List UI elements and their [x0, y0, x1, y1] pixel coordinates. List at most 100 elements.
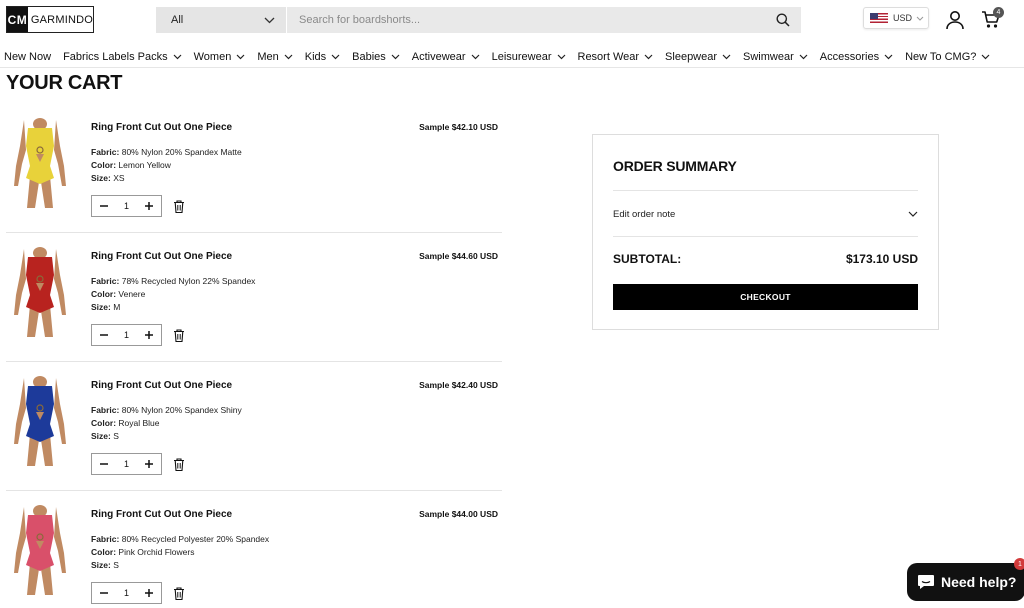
currency-label: USD [893, 13, 913, 23]
product-attributes: Fabric: 78% Recycled Nylon 22% Spandex C… [91, 275, 255, 314]
chevron-down-icon [331, 54, 340, 59]
nav-item-label: Men [257, 50, 279, 63]
search-button[interactable] [765, 7, 801, 33]
subtotal-row: SUBTOTAL: $173.10 USD [613, 252, 918, 266]
quantity-value[interactable]: 1 [124, 459, 129, 469]
nav-item[interactable]: Kids [305, 51, 340, 63]
quantity-value[interactable]: 1 [124, 201, 129, 211]
nav-item-label: Sleepwear [665, 50, 718, 63]
fabric-label: Fabric: [91, 276, 120, 286]
quantity-stepper: 1 [91, 195, 162, 217]
fabric-label: Fabric: [91, 147, 120, 157]
minus-icon [100, 463, 108, 465]
trash-icon[interactable] [173, 329, 185, 342]
edit-order-note-toggle[interactable]: Edit order note [613, 191, 918, 237]
subtotal-label: SUBTOTAL: [613, 252, 682, 266]
nav-item-label: Swimwear [743, 50, 794, 63]
chevron-down-icon [173, 54, 182, 59]
us-flag-icon [870, 12, 888, 24]
chevron-down-icon [644, 54, 653, 59]
nav-item[interactable]: Resort Wear [578, 51, 654, 63]
quantity-stepper: 1 [91, 453, 162, 475]
fabric-label: Fabric: [91, 405, 120, 415]
chevron-down-icon [799, 54, 808, 59]
chevron-down-icon [722, 54, 731, 59]
nav-item[interactable]: Women [194, 51, 246, 63]
color-label: Color: [91, 418, 117, 428]
color-value: Lemon Yellow [118, 160, 171, 170]
nav-item[interactable]: Babies [352, 51, 400, 63]
nav-item[interactable]: Activewear [412, 51, 480, 63]
cart-item: Ring Front Cut Out One Piece Sample $42.… [6, 104, 502, 233]
search-input[interactable] [287, 7, 765, 33]
decrease-quantity-button[interactable] [98, 458, 110, 470]
product-title[interactable]: Ring Front Cut Out One Piece [91, 251, 232, 262]
nav-item-label: Babies [352, 50, 386, 63]
fabric-label: Fabric: [91, 534, 120, 544]
product-image[interactable] [10, 116, 70, 210]
quantity-value[interactable]: 1 [124, 330, 129, 340]
nav-item[interactable]: Sleepwear [665, 51, 731, 63]
order-summary-title: ORDER SUMMARY [613, 158, 737, 174]
quantity-value[interactable]: 1 [124, 588, 129, 598]
size-row: Size: S [91, 430, 242, 443]
nav-item[interactable]: New Now [4, 51, 51, 63]
subtotal-value: $173.10 USD [845, 252, 918, 266]
decrease-quantity-button[interactable] [98, 329, 110, 341]
minus-icon [100, 334, 108, 336]
color-row: Color: Pink Orchid Flowers [91, 546, 269, 559]
plus-icon [144, 202, 153, 210]
color-value: Pink Orchid Flowers [118, 547, 195, 557]
plus-icon [144, 589, 153, 597]
fabric-row: Fabric: 80% Nylon 20% Spandex Shiny [91, 404, 242, 417]
size-row: Size: M [91, 301, 255, 314]
page-title: YOUR CART [6, 72, 123, 94]
product-image[interactable] [10, 374, 70, 468]
search-category-select[interactable]: All [156, 7, 287, 33]
product-price: Sample $42.10 USD [419, 122, 498, 132]
product-attributes: Fabric: 80% Recycled Polyester 20% Spand… [91, 533, 269, 572]
nav-item-label: Resort Wear [577, 50, 640, 63]
increase-quantity-button[interactable] [143, 587, 155, 599]
increase-quantity-button[interactable] [143, 458, 155, 470]
increase-quantity-button[interactable] [143, 329, 155, 341]
trash-icon[interactable] [173, 200, 185, 213]
nav-item[interactable]: Accessories [820, 51, 893, 63]
checkout-button[interactable]: CHECKOUT [613, 284, 918, 310]
product-title[interactable]: Ring Front Cut Out One Piece [91, 509, 232, 520]
product-image[interactable] [10, 245, 70, 339]
fabric-value: 80% Nylon 20% Spandex Shiny [121, 405, 242, 415]
increase-quantity-button[interactable] [143, 200, 155, 212]
cart-item: Ring Front Cut Out One Piece Sample $42.… [6, 362, 502, 491]
size-label: Size: [91, 560, 111, 570]
size-label: Size: [91, 302, 111, 312]
need-help-label: Need help? [941, 574, 1017, 590]
color-label: Color: [91, 160, 117, 170]
nav-item-label: Kids [304, 50, 327, 63]
trash-icon[interactable] [173, 587, 185, 600]
fabric-value: 80% Nylon 20% Spandex Matte [121, 147, 242, 157]
chevron-down-icon [391, 54, 400, 59]
decrease-quantity-button[interactable] [98, 200, 110, 212]
trash-icon[interactable] [173, 458, 185, 471]
logo[interactable]: CM GARMINDO [6, 6, 94, 33]
color-label: Color: [91, 547, 117, 557]
nav-item[interactable]: New To CMG? [905, 51, 990, 63]
currency-selector[interactable]: USD [863, 7, 929, 29]
chevron-down-icon [236, 54, 245, 59]
decrease-quantity-button[interactable] [98, 587, 110, 599]
account-icon[interactable] [945, 10, 965, 30]
fabric-value: 78% Recycled Nylon 22% Spandex [121, 276, 256, 286]
chevron-down-icon [471, 54, 480, 59]
need-help-chat-button[interactable]: Need help? [907, 563, 1024, 601]
nav-item[interactable]: Fabrics Labels Packs [63, 51, 182, 63]
nav-item[interactable]: Swimwear [743, 51, 808, 63]
nav-item-label: Accessories [819, 50, 880, 63]
nav-item[interactable]: Leisurewear [492, 51, 566, 63]
product-attributes: Fabric: 80% Nylon 20% Spandex Shiny Colo… [91, 404, 242, 443]
product-title[interactable]: Ring Front Cut Out One Piece [91, 122, 232, 133]
product-title[interactable]: Ring Front Cut Out One Piece [91, 380, 232, 391]
nav-item[interactable]: Men [257, 50, 293, 63]
product-image[interactable] [10, 503, 70, 597]
color-row: Color: Venere [91, 288, 255, 301]
